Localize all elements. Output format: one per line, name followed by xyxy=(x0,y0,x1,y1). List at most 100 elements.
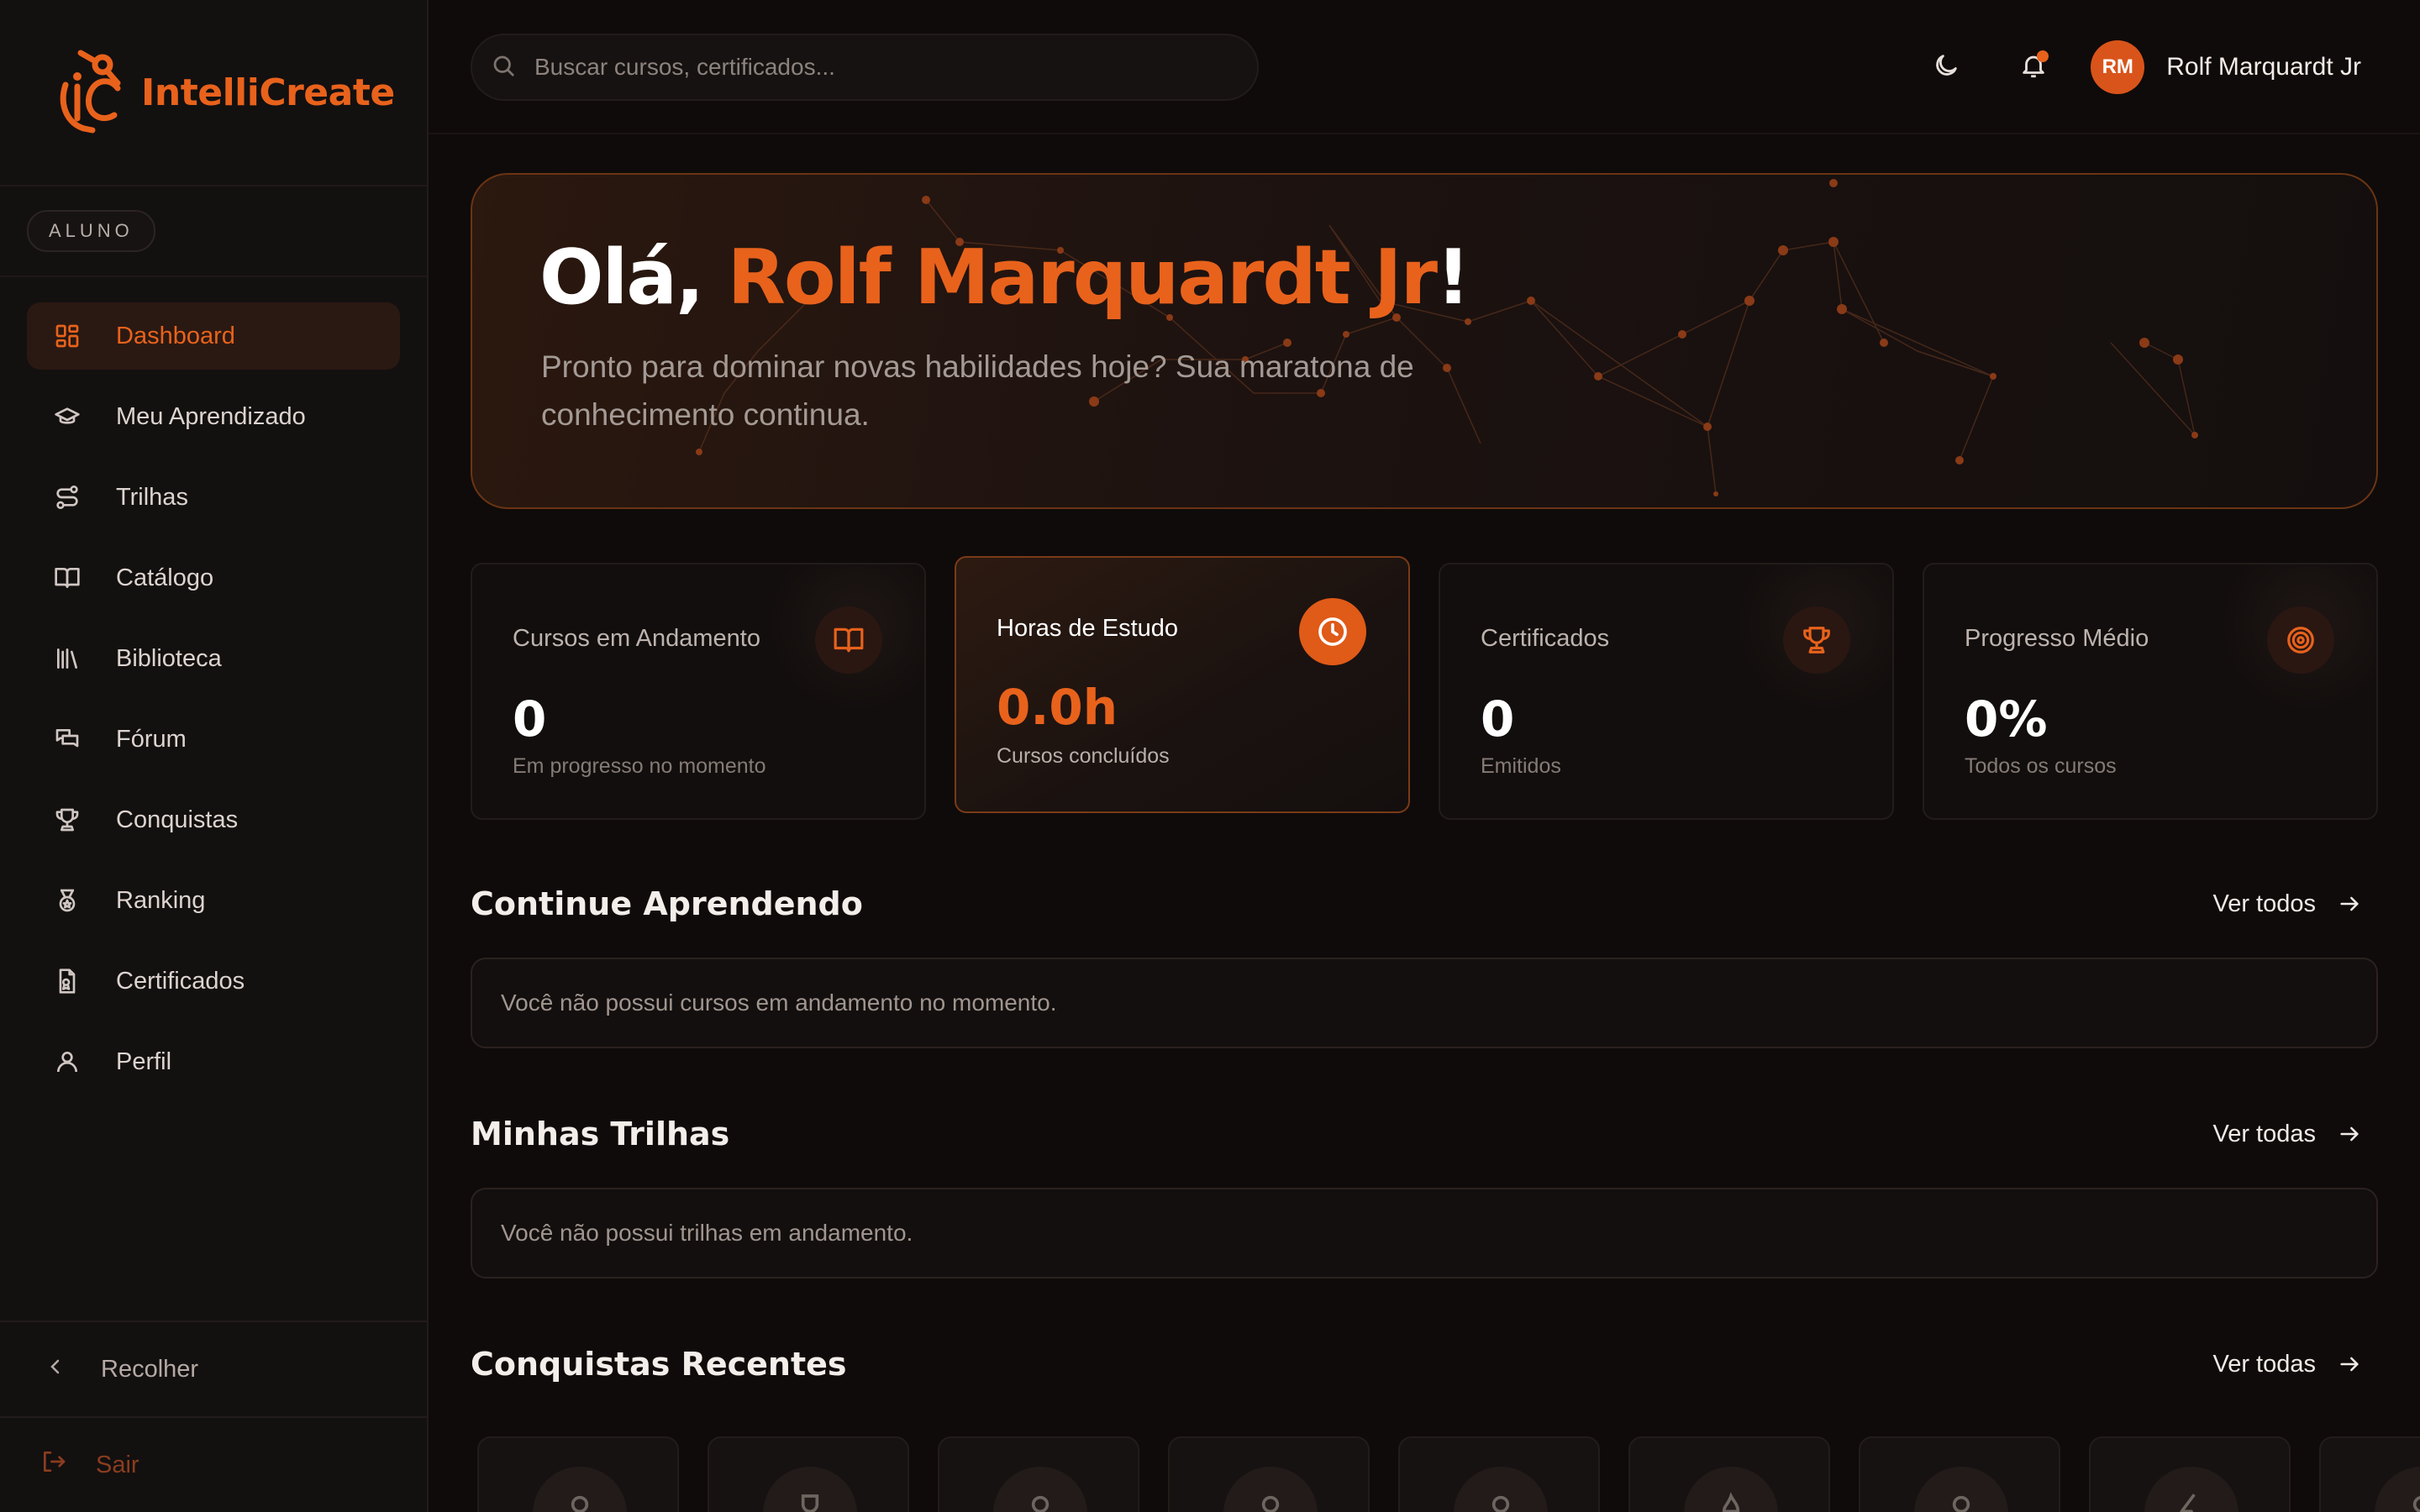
arrow-right-icon xyxy=(2340,896,2359,911)
sidebar-item-trilhas[interactable]: Trilhas xyxy=(27,464,400,531)
achievement-badge[interactable] xyxy=(2089,1436,2291,1512)
arrow-right-icon xyxy=(2340,1126,2359,1142)
stat-caption: Todos os cursos xyxy=(1965,754,2117,778)
sidebar-item-ranking[interactable]: Ranking xyxy=(27,867,400,934)
sidebar-item-label: Dashboard xyxy=(116,322,235,349)
search-input[interactable] xyxy=(533,53,1222,81)
stat-value: 0 xyxy=(1481,690,1515,748)
clock-icon xyxy=(1299,598,1366,665)
section-title: Minhas Trilhas xyxy=(471,1116,730,1152)
book-open-icon xyxy=(815,606,882,674)
moon-icon xyxy=(1932,51,1960,84)
collapse-sidebar-button[interactable]: Recolher xyxy=(0,1320,427,1416)
medal-icon xyxy=(52,885,82,916)
stat-label: Progresso Médio xyxy=(1965,625,2149,652)
sidebar-item-forum[interactable]: Fórum xyxy=(27,706,400,773)
sidebar-item-label: Meu Aprendizado xyxy=(116,402,306,430)
library-icon xyxy=(52,643,82,674)
role-badge: ALUNO xyxy=(27,210,155,252)
sidebar-item-biblioteca[interactable]: Biblioteca xyxy=(27,625,400,692)
arrow-right-icon xyxy=(2340,1357,2359,1372)
brand-logo[interactable]: IntelliCreate xyxy=(0,0,427,186)
my-tracks-empty-state: Você não possui trilhas em andamento. xyxy=(471,1188,2378,1278)
theme-toggle-button[interactable] xyxy=(1919,40,1973,94)
chat-bubbles-icon xyxy=(52,724,82,754)
sidebar-item-dashboard[interactable]: Dashboard xyxy=(27,302,400,370)
stat-card-study-hours[interactable]: Horas de Estudo 0.0h Cursos concluídos xyxy=(955,556,1410,813)
achievement-badge[interactable] xyxy=(2319,1436,2420,1512)
achievement-badge[interactable] xyxy=(938,1436,1139,1512)
main-area: RM Rolf Marquardt Jr xyxy=(429,0,2420,1512)
trophy-icon xyxy=(763,1467,857,1512)
trophy-icon xyxy=(1783,606,1850,674)
collapse-label: Recolher xyxy=(101,1355,199,1383)
sidebar-item-label: Perfil xyxy=(116,1047,172,1075)
certificate-icon xyxy=(52,966,82,996)
stat-card-courses-in-progress[interactable]: Cursos em Andamento 0 Em progresso no mo… xyxy=(471,563,926,820)
trophy-icon xyxy=(52,805,82,835)
continue-learning-header: Continue Aprendendo Ver todos xyxy=(471,879,2378,929)
brand-name: IntelliCreate xyxy=(141,71,395,114)
greeting-user-name: Rolf Marquardt Jr xyxy=(727,234,1438,322)
stat-caption: Em progresso no momento xyxy=(513,754,766,778)
greeting-exclamation: ! xyxy=(1436,234,1470,322)
role-section: ALUNO xyxy=(0,186,427,277)
sidebar: IntelliCreate ALUNO Dashboard Meu Aprend… xyxy=(0,0,429,1512)
sidebar-item-label: Trilhas xyxy=(116,483,188,511)
achievement-badges-row xyxy=(471,1436,2420,1512)
achievement-badge[interactable] xyxy=(1398,1436,1600,1512)
welcome-heading: Olá, Rolf Marquardt Jr! xyxy=(539,234,1470,322)
zap-icon xyxy=(2144,1467,2238,1512)
search-bar[interactable] xyxy=(471,34,1259,101)
see-all-label: Ver todas xyxy=(2212,1350,2316,1378)
book-open-icon xyxy=(52,563,82,593)
lock-icon xyxy=(993,1467,1087,1512)
top-actions: RM Rolf Marquardt Jr xyxy=(1919,34,2361,101)
sidebar-item-label: Biblioteca xyxy=(116,644,222,672)
sidebar-item-conquistas[interactable]: Conquistas xyxy=(27,786,400,853)
top-bar: RM Rolf Marquardt Jr xyxy=(429,0,2420,134)
achievement-badge[interactable] xyxy=(1859,1436,2060,1512)
achievement-badge[interactable] xyxy=(1628,1436,1830,1512)
stats-row: Cursos em Andamento 0 Em progresso no mo… xyxy=(471,556,2378,820)
stat-value: 0.0h xyxy=(997,679,1118,736)
sidebar-item-catalogo[interactable]: Catálogo xyxy=(27,544,400,612)
logout-button[interactable]: Sair xyxy=(0,1416,427,1512)
lock-icon xyxy=(2375,1467,2420,1512)
see-all-courses-link[interactable]: Ver todos xyxy=(2212,890,2378,918)
welcome-banner: Olá, Rolf Marquardt Jr! Pronto para domi… xyxy=(471,173,2378,509)
see-all-label: Ver todas xyxy=(2212,1120,2316,1147)
sidebar-item-certificados[interactable]: Certificados xyxy=(27,948,400,1015)
dashboard-content: Olá, Rolf Marquardt Jr! Pronto para domi… xyxy=(429,134,2420,1512)
user-name[interactable]: Rolf Marquardt Jr xyxy=(2166,53,2361,81)
lock-icon xyxy=(1223,1467,1318,1512)
stat-card-average-progress[interactable]: Progresso Médio 0% Todos os cursos xyxy=(1923,563,2378,820)
achievement-badge[interactable] xyxy=(708,1436,909,1512)
achievement-badge[interactable] xyxy=(1168,1436,1370,1512)
user-icon xyxy=(52,1047,82,1077)
lock-icon xyxy=(1454,1467,1548,1512)
chevron-left-icon xyxy=(45,1356,66,1383)
avatar[interactable]: RM xyxy=(2091,40,2145,94)
route-icon xyxy=(52,482,82,512)
dashboard-grid-icon xyxy=(52,321,82,351)
sidebar-footer: Recolher Sair xyxy=(0,1320,427,1512)
see-all-tracks-link[interactable]: Ver todas xyxy=(2212,1121,2378,1148)
section-title: Conquistas Recentes xyxy=(471,1346,847,1383)
sidebar-item-label: Conquistas xyxy=(116,806,239,833)
see-all-achievements-link[interactable]: Ver todas xyxy=(2212,1351,2378,1378)
welcome-subtitle: Pronto para dominar novas habilidades ho… xyxy=(541,349,1414,432)
notifications-button[interactable] xyxy=(2007,40,2060,94)
sidebar-item-label: Ranking xyxy=(116,886,206,914)
sidebar-item-meu-aprendizado[interactable]: Meu Aprendizado xyxy=(27,383,400,450)
continue-learning-empty-state: Você não possui cursos em andamento no m… xyxy=(471,958,2378,1048)
see-all-label: Ver todos xyxy=(2212,890,2316,917)
graduation-cap-icon xyxy=(52,402,82,432)
stat-label: Horas de Estudo xyxy=(997,615,1179,642)
stat-card-certificates[interactable]: Certificados 0 Emitidos xyxy=(1439,563,1894,820)
achievement-badge[interactable] xyxy=(477,1436,679,1512)
stat-label: Certificados xyxy=(1481,625,1610,652)
stat-value: 0% xyxy=(1965,690,2048,748)
sidebar-item-perfil[interactable]: Perfil xyxy=(27,1028,400,1095)
stat-value: 0 xyxy=(513,690,547,748)
